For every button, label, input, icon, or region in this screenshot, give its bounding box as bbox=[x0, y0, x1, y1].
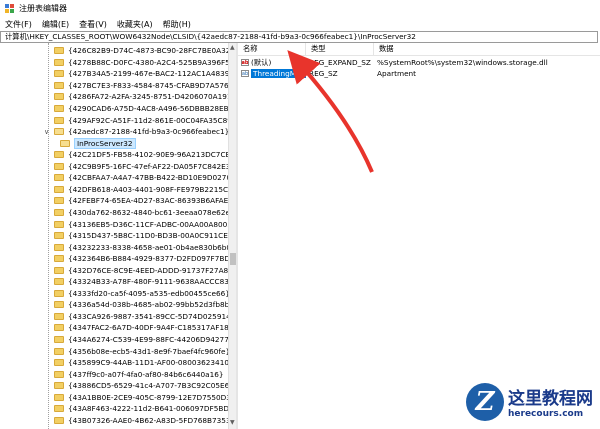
site-name: 这里教程网 bbox=[508, 389, 593, 409]
arrow-shaft bbox=[287, 50, 374, 173]
annotation-arrow bbox=[287, 50, 374, 173]
site-logo-icon: Z bbox=[466, 382, 504, 421]
site-watermark: Z 这里教程网 herecours.com bbox=[466, 374, 600, 429]
site-url: herecours.com bbox=[508, 409, 584, 419]
